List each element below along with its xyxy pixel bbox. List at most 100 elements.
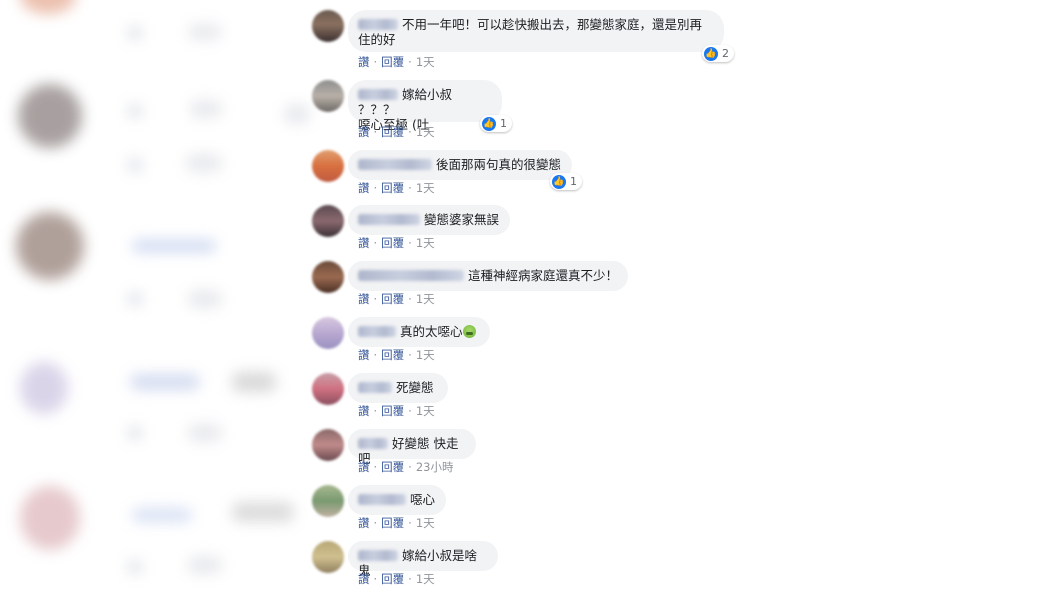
comment-bubble: 變態婆家無誤 <box>348 205 510 235</box>
comment-timestamp[interactable]: 1天 <box>416 125 435 139</box>
comment-timestamp[interactable]: 1天 <box>416 404 435 418</box>
comment-text: 後面那兩句真的很變態 <box>436 157 562 172</box>
commenter-name[interactable] <box>358 89 398 100</box>
blurred-line <box>186 154 222 172</box>
comment-text: 變態婆家無誤 <box>424 212 500 227</box>
comment-text: 真的太噁心 <box>400 324 463 339</box>
action-separator: · <box>373 55 378 69</box>
reply-link[interactable]: 回覆 <box>381 460 404 474</box>
action-separator: · <box>373 572 378 586</box>
reaction-count: 2 <box>722 47 729 60</box>
blurred-avatar <box>20 486 80 550</box>
action-separator: · <box>408 460 412 474</box>
reply-link[interactable]: 回覆 <box>381 348 404 362</box>
like-link[interactable]: 讚 <box>358 404 370 418</box>
comment-item: 不用一年吧！可以趁快搬出去，那變態家庭，還是別再 住的好 👍 2 讚 · 回覆 · 1天 <box>312 10 752 70</box>
comment-text: 不用一年吧！可以趁快搬出去，那變態家庭，還是別再 住的好 <box>358 17 703 47</box>
reaction-count-badge[interactable]: 👍 1 <box>550 173 582 190</box>
reply-link[interactable]: 回覆 <box>381 516 404 530</box>
like-link[interactable]: 讚 <box>358 236 370 250</box>
comment-timestamp[interactable]: 1天 <box>416 55 435 69</box>
comment-text: 這種神經病家庭還真不少！ <box>468 268 619 283</box>
comment-bubble: 好變態 快走吧 <box>348 429 476 466</box>
reaction-count-badge[interactable]: 👍 1 <box>480 115 512 132</box>
comment-timestamp[interactable]: 1天 <box>416 572 435 586</box>
comment-timestamp[interactable]: 1天 <box>416 236 435 250</box>
commenter-name[interactable] <box>358 214 420 225</box>
commenter-avatar[interactable] <box>312 261 344 293</box>
comment-actions: 讚 · 回覆 · 1天 <box>358 403 435 419</box>
comment-actions: 讚 · 回覆 · 1天 <box>358 54 435 70</box>
blurred-background-thread <box>0 0 320 596</box>
action-separator: · <box>408 572 412 586</box>
screenshot-stage: 不用一年吧！可以趁快搬出去，那變態家庭，還是別再 住的好 👍 2 讚 · 回覆 · 1天… <box>0 0 1060 596</box>
comment-actions: 讚 · 回覆 · 1天 <box>358 347 435 363</box>
action-separator: · <box>408 236 412 250</box>
action-separator: · <box>373 404 378 418</box>
commenter-avatar[interactable] <box>312 10 344 42</box>
reaction-count-badge[interactable]: 👍 2 <box>702 45 734 62</box>
like-link[interactable]: 讚 <box>358 572 370 586</box>
action-separator: · <box>373 125 378 139</box>
blurred-avatar <box>20 362 68 414</box>
like-link[interactable]: 讚 <box>358 460 370 474</box>
action-separator: · <box>373 181 378 195</box>
like-link[interactable]: 讚 <box>358 55 370 69</box>
commenter-avatar[interactable] <box>312 373 344 405</box>
commenter-name[interactable] <box>358 270 464 281</box>
commenter-name[interactable] <box>358 550 398 561</box>
comment-timestamp[interactable]: 1天 <box>416 348 435 362</box>
blurred-dot <box>128 560 142 574</box>
comment-timestamp[interactable]: 1天 <box>416 292 435 306</box>
comment-actions: 讚 · 回覆 · 1天 <box>358 124 435 140</box>
reply-link[interactable]: 回覆 <box>381 125 404 139</box>
reply-link[interactable]: 回覆 <box>381 572 404 586</box>
comment-timestamp[interactable]: 1天 <box>416 516 435 530</box>
commenter-name[interactable] <box>358 159 432 170</box>
commenter-avatar[interactable] <box>312 80 344 112</box>
commenter-avatar[interactable] <box>312 485 344 517</box>
like-link[interactable]: 讚 <box>358 181 370 195</box>
commenter-name[interactable] <box>358 326 396 337</box>
comment-actions: 讚 · 回覆 · 1天 <box>358 235 435 251</box>
commenter-name[interactable] <box>358 494 406 505</box>
commenter-name[interactable] <box>358 438 388 449</box>
comment-timestamp[interactable]: 23小時 <box>416 460 454 474</box>
commenter-avatar[interactable] <box>312 317 344 349</box>
commenter-avatar[interactable] <box>312 429 344 461</box>
comment-bubble: 噁心 <box>348 485 446 515</box>
commenter-avatar[interactable] <box>312 205 344 237</box>
blurred-line <box>132 508 192 522</box>
action-separator: · <box>373 348 378 362</box>
reply-link[interactable]: 回覆 <box>381 236 404 250</box>
like-link[interactable]: 讚 <box>358 125 370 139</box>
comment-bubble: 後面那兩句真的很變態 👍 1 <box>348 150 582 190</box>
action-separator: · <box>373 292 378 306</box>
sick-face-icon <box>462 325 476 338</box>
like-link[interactable]: 讚 <box>358 292 370 306</box>
comment-bubble: 死變態 <box>348 373 448 403</box>
blurred-line <box>232 502 294 522</box>
action-separator: · <box>408 125 412 139</box>
commenter-name[interactable] <box>358 382 392 393</box>
commenter-name[interactable] <box>358 19 398 30</box>
commenter-avatar[interactable] <box>312 150 344 182</box>
comment-timestamp[interactable]: 1天 <box>416 181 435 195</box>
comment-item: 變態婆家無誤 讚 · 回覆 · 1天 <box>312 205 752 250</box>
blurred-line <box>190 100 222 118</box>
action-separator: · <box>408 404 412 418</box>
like-icon: 👍 <box>704 46 718 61</box>
like-link[interactable]: 讚 <box>358 348 370 362</box>
comment-actions: 讚 · 回覆 · 1天 <box>358 571 435 587</box>
reply-link[interactable]: 回覆 <box>381 55 404 69</box>
commenter-avatar[interactable] <box>312 541 344 573</box>
comment-item: 嫁給小叔是啥鬼 讚 · 回覆 · 1天 <box>312 541 752 586</box>
blurred-line <box>188 24 222 40</box>
comment-bubble: 不用一年吧！可以趁快搬出去，那變態家庭，還是別再 住的好 👍 2 <box>348 10 734 62</box>
reply-link[interactable]: 回覆 <box>381 404 404 418</box>
like-link[interactable]: 讚 <box>358 516 370 530</box>
reaction-count: 1 <box>500 117 507 130</box>
reply-link[interactable]: 回覆 <box>381 181 404 195</box>
reply-link[interactable]: 回覆 <box>381 292 404 306</box>
blurred-line <box>188 290 222 308</box>
